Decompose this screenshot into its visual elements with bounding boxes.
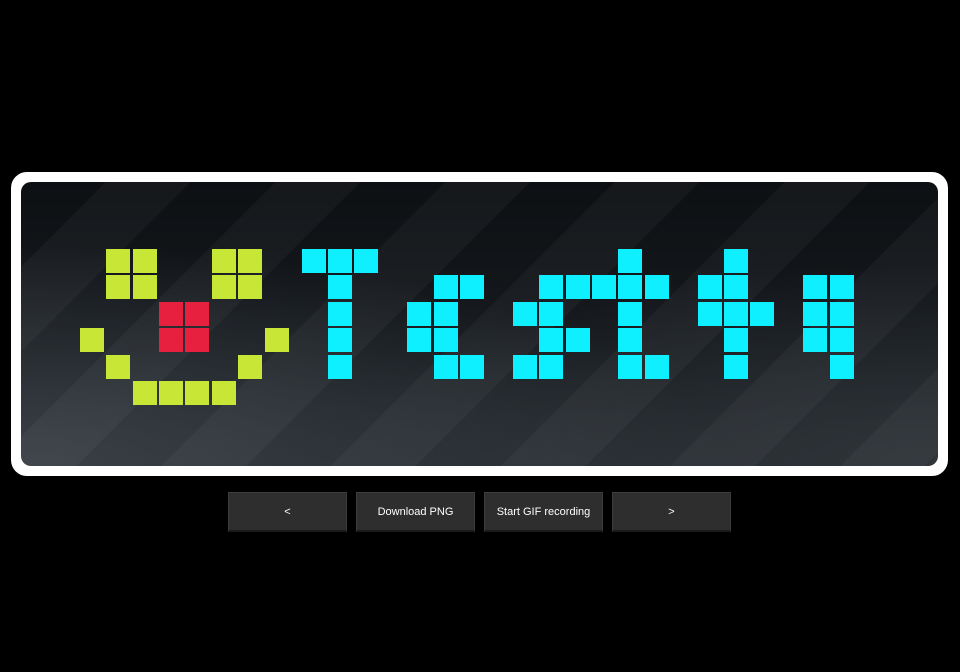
led-text-pixel	[829, 328, 854, 353]
smiley-face-pixel	[211, 249, 236, 273]
smiley-nose-pixel	[185, 328, 210, 353]
smiley-face-pixel	[238, 354, 263, 379]
smiley-face-pixel	[106, 249, 131, 273]
led-text-pixel	[407, 328, 432, 353]
led-text-pixel	[328, 328, 352, 353]
led-text-pixel	[433, 328, 458, 353]
led-text-pixel	[301, 249, 326, 273]
led-text-pixel	[328, 249, 352, 273]
led-text-pixel	[618, 275, 643, 300]
led-text-pixel	[433, 301, 458, 326]
led-text-pixel	[644, 354, 669, 379]
led-display-screen	[21, 182, 938, 466]
led-text-pixel	[724, 328, 748, 353]
led-text-pixel	[328, 354, 352, 379]
led-text-pixel	[697, 301, 722, 326]
led-text-pixel	[407, 301, 432, 326]
led-text-pixel	[539, 301, 564, 326]
led-text-pixel	[512, 301, 537, 326]
smiley-face-pixel	[238, 275, 263, 300]
led-text-pixel	[750, 301, 775, 326]
led-text-pixel	[829, 275, 854, 300]
led-text-pixel	[724, 301, 748, 326]
led-text-pixel	[460, 275, 484, 300]
led-text-pixel	[354, 249, 379, 273]
led-text-pixel	[433, 354, 458, 379]
led-text-pixel	[328, 275, 352, 300]
previous-button[interactable]: <	[228, 492, 347, 532]
smiley-face-pixel	[185, 381, 210, 405]
smiley-face-pixel	[132, 249, 157, 273]
smiley-nose-pixel	[185, 301, 210, 326]
smiley-face-pixel	[159, 381, 184, 405]
led-text-pixel	[618, 249, 643, 273]
led-text-pixel	[829, 354, 854, 379]
led-text-pixel	[697, 275, 722, 300]
smiley-face-pixel	[106, 354, 131, 379]
led-text-pixel	[460, 354, 484, 379]
led-text-pixel	[539, 354, 564, 379]
smiley-face-pixel	[211, 275, 236, 300]
led-text-pixel	[539, 328, 564, 353]
led-text-pixel	[803, 328, 828, 353]
smiley-face-pixel	[79, 328, 104, 353]
download-png-button[interactable]: Download PNG	[356, 492, 475, 532]
smiley-face-pixel	[238, 249, 263, 273]
smiley-face-pixel	[106, 275, 131, 300]
led-text-pixel	[328, 301, 352, 326]
led-text-pixel	[644, 275, 669, 300]
smiley-nose-pixel	[159, 328, 184, 353]
controls-bar: < Download PNG Start GIF recording >	[228, 492, 732, 532]
led-text-pixel	[803, 301, 828, 326]
led-text-pixel	[592, 275, 616, 300]
smiley-face-pixel	[132, 381, 157, 405]
led-text-pixel	[803, 275, 828, 300]
led-text-pixel	[829, 301, 854, 326]
led-text-pixel	[724, 249, 748, 273]
led-text-pixel	[618, 328, 643, 353]
led-display-frame	[11, 172, 948, 476]
led-text-pixel	[565, 275, 590, 300]
start-gif-recording-button[interactable]: Start GIF recording	[484, 492, 603, 532]
led-text-pixel	[724, 275, 748, 300]
led-text-pixel	[433, 275, 458, 300]
next-button[interactable]: >	[612, 492, 731, 532]
led-text-pixel	[618, 354, 643, 379]
led-text-pixel	[618, 301, 643, 326]
led-text-pixel	[539, 275, 564, 300]
led-text-pixel	[724, 354, 748, 379]
led-text-pixel	[512, 354, 537, 379]
smiley-face-pixel	[211, 381, 236, 405]
page: < Download PNG Start GIF recording >	[0, 0, 960, 672]
smiley-face-pixel	[132, 275, 157, 300]
smiley-face-pixel	[264, 328, 289, 353]
led-text-pixel	[565, 328, 590, 353]
smiley-nose-pixel	[159, 301, 184, 326]
